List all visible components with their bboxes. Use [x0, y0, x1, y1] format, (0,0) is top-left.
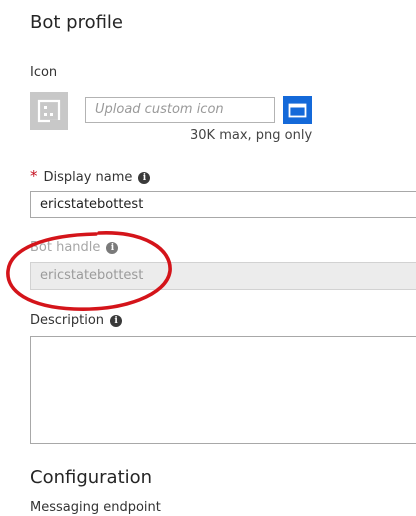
description-label-row: Description i [30, 313, 123, 328]
browse-icon-button[interactable] [283, 96, 312, 124]
messaging-endpoint-label: Messaging endpoint [30, 500, 161, 515]
display-name-value: ericstatebottest [40, 197, 144, 212]
bot-handle-value: ericstatebottest [40, 268, 144, 283]
bot-handle-label-row: Bot handle i [30, 240, 119, 255]
bot-handle-label: Bot handle [30, 240, 101, 255]
description-textarea[interactable] [30, 336, 416, 444]
display-name-field[interactable]: ericstatebottest [30, 191, 416, 218]
upload-icon-placeholder: Upload custom icon [95, 102, 224, 117]
icon-label: Icon [30, 65, 58, 80]
description-label: Description [30, 313, 105, 328]
info-icon[interactable]: i [110, 314, 123, 327]
display-name-label-row: * Display name i [30, 167, 151, 185]
folder-browse-icon [288, 103, 307, 118]
image-placeholder-icon [30, 92, 68, 130]
bot-profile-title: Bot profile [30, 12, 123, 33]
upload-icon-input[interactable]: Upload custom icon [85, 97, 275, 123]
info-icon[interactable]: i [138, 171, 151, 184]
configuration-title: Configuration [30, 467, 153, 488]
info-icon[interactable]: i [106, 241, 119, 254]
bot-handle-field: ericstatebottest [30, 262, 416, 290]
required-mark: * [30, 167, 38, 185]
upload-size-note: 30K max, png only [190, 128, 313, 143]
display-name-label: Display name [43, 170, 133, 185]
